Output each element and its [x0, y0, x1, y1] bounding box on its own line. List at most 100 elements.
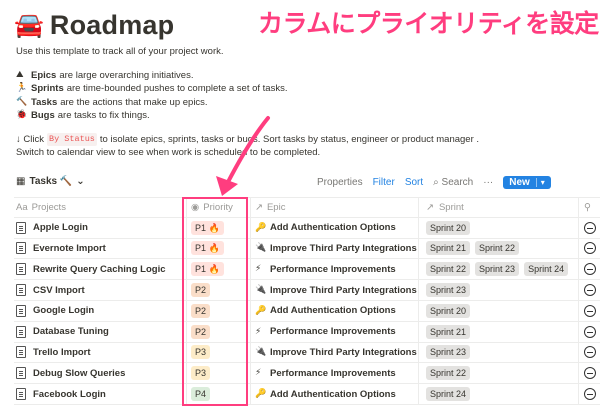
epic-cell[interactable]: 🔑 Add Authentication Options — [250, 217, 418, 238]
project-name[interactable]: Apple Login — [33, 222, 88, 233]
person-cell[interactable] — [578, 280, 600, 300]
priority-cell[interactable]: P1 🔥 — [186, 238, 250, 259]
table-row[interactable]: Debug Slow Queries P3 ⚡ Performance Improve… — [14, 363, 600, 385]
epic-cell[interactable]: 🔑 Add Authentication Options — [250, 300, 418, 321]
epic-cell[interactable]: 🔌 Improve Third Party Integrations — [250, 342, 418, 363]
sprint-tag[interactable]: Sprint 23 — [475, 262, 520, 277]
epic-cell[interactable]: 🔑 Add Authentication Options — [250, 384, 418, 404]
table-row[interactable]: Apple Login P1 🔥 🔑 Add Authentication Optio… — [14, 217, 600, 239]
sprint-tag[interactable]: Sprint 20 — [426, 303, 471, 318]
sprint-tag[interactable]: Sprint 22 — [475, 241, 520, 256]
epic-link[interactable]: Performance Improvements — [270, 264, 396, 275]
person-cell[interactable] — [578, 217, 600, 238]
epic-link[interactable]: Improve Third Party Integrations — [270, 285, 417, 296]
column-person[interactable]: ⚲ — [578, 198, 600, 217]
epic-cell[interactable]: 🔌 Improve Third Party Integrations — [250, 238, 418, 259]
epic-link[interactable]: Performance Improvements — [270, 326, 396, 337]
more-button[interactable]: ··· — [483, 177, 493, 188]
priority-cell[interactable]: P1 🔥 — [186, 217, 250, 238]
project-cell[interactable]: Apple Login — [16, 218, 180, 238]
priority-cell[interactable]: P2 — [186, 300, 250, 321]
properties-button[interactable]: Properties — [317, 177, 363, 188]
project-cell[interactable]: Evernote Import — [16, 239, 180, 259]
epic-link[interactable]: Add Authentication Options — [270, 389, 396, 400]
search-button[interactable]: ⌕ Search — [433, 177, 473, 188]
sprint-cell[interactable]: Sprint 23 — [418, 342, 578, 363]
column-priority[interactable]: ◉ Priority — [186, 198, 250, 217]
sprint-tag[interactable]: Sprint 20 — [426, 220, 471, 235]
person-cell[interactable] — [578, 384, 600, 404]
project-name[interactable]: Trello Import — [33, 347, 91, 358]
priority-cell[interactable]: P3 — [186, 363, 250, 384]
project-name[interactable]: CSV Import — [33, 285, 85, 296]
epic-link[interactable]: Add Authentication Options — [270, 222, 396, 233]
project-name[interactable]: Google Login — [33, 305, 94, 316]
person-cell[interactable] — [578, 238, 600, 259]
project-name[interactable]: Facebook Login — [33, 389, 106, 400]
sprint-cell[interactable]: Sprint 22 Sprint 23 Sprint 24 — [418, 259, 578, 280]
sprint-cell[interactable]: Sprint 22 — [418, 363, 578, 384]
text-property-icon: Aa — [16, 201, 28, 213]
project-name[interactable]: Database Tuning — [33, 326, 109, 337]
sprint-cell[interactable]: Sprint 20 — [418, 217, 578, 238]
sort-button[interactable]: Sort — [405, 177, 423, 188]
table-row[interactable]: Rewrite Query Caching Logic P1 🔥 ⚡ Performa… — [14, 259, 600, 281]
epic-cell[interactable]: 🔌 Improve Third Party Integrations — [250, 280, 418, 300]
person-cell[interactable] — [578, 300, 600, 321]
person-cell[interactable] — [578, 259, 600, 280]
sprint-cell[interactable]: Sprint 20 — [418, 300, 578, 321]
person-cell[interactable] — [578, 363, 600, 384]
epic-link[interactable]: Improve Third Party Integrations — [270, 243, 417, 254]
project-cell[interactable]: Database Tuning — [16, 322, 180, 342]
project-cell[interactable]: Google Login — [16, 301, 180, 321]
table-row[interactable]: CSV Import P2 🔌 Improve Third Party Integra… — [14, 280, 600, 301]
column-epic[interactable]: ↗ Epic — [250, 198, 418, 217]
project-cell[interactable]: Trello Import — [16, 343, 180, 363]
table-row[interactable]: Google Login P2 🔑 Add Authentication Option… — [14, 300, 600, 322]
sprint-cell[interactable]: Sprint 23 — [418, 280, 578, 300]
epic-cell[interactable]: ⚡ Performance Improvements — [250, 259, 418, 280]
chevron-down-icon[interactable]: ▾ — [535, 178, 545, 187]
epic-link[interactable]: Add Authentication Options — [270, 305, 396, 316]
project-cell[interactable]: Facebook Login — [16, 384, 180, 404]
person-cell[interactable] — [578, 342, 600, 363]
table-row[interactable]: Trello Import P3 🔌 Improve Third Party Inte… — [14, 342, 600, 364]
project-name[interactable]: Debug Slow Queries — [33, 368, 125, 379]
table-row[interactable]: Evernote Import P1 🔥 🔌 Improve Third Party … — [14, 238, 600, 260]
sprint-cell[interactable]: Sprint 21 Sprint 22 — [418, 238, 578, 259]
priority-cell[interactable]: P1 🔥 — [186, 259, 250, 280]
new-button[interactable]: New ▾ — [503, 176, 551, 189]
sprint-tag[interactable]: Sprint 21 — [426, 324, 471, 339]
table-row[interactable]: Database Tuning P2 ⚡ Performance Improvemen… — [14, 321, 600, 343]
project-name[interactable]: Rewrite Query Caching Logic — [33, 264, 166, 275]
epic-cell[interactable]: ⚡ Performance Improvements — [250, 363, 418, 384]
priority-cell[interactable]: P2 — [186, 280, 250, 300]
epic-cell[interactable]: ⚡ Performance Improvements — [250, 321, 418, 342]
sprint-tag[interactable]: Sprint 24 — [524, 262, 569, 277]
filter-button[interactable]: Filter — [373, 177, 395, 188]
table-row[interactable]: Facebook Login P4 🔑 Add Authentication Opti… — [14, 384, 600, 405]
sprint-tag[interactable]: Sprint 22 — [426, 366, 471, 381]
sprint-cell[interactable]: Sprint 24 — [418, 384, 578, 404]
sprint-cell[interactable]: Sprint 21 — [418, 321, 578, 342]
sprint-tag[interactable]: Sprint 21 — [426, 241, 471, 256]
project-cell[interactable]: Debug Slow Queries — [16, 363, 180, 383]
priority-cell[interactable]: P3 — [186, 342, 250, 363]
column-sprint[interactable]: ↗ Sprint — [418, 198, 578, 217]
sprint-tag[interactable]: Sprint 22 — [426, 262, 471, 277]
sprint-tag[interactable]: Sprint 23 — [426, 283, 471, 298]
sprint-tag[interactable]: Sprint 24 — [426, 387, 471, 402]
epic-link[interactable]: Improve Third Party Integrations — [270, 347, 417, 358]
view-selector[interactable]: ▦ Tasks 🔨 ⌄ — [16, 176, 85, 187]
person-cell[interactable] — [578, 321, 600, 342]
avatar — [584, 346, 596, 359]
priority-cell[interactable]: P4 — [186, 384, 250, 404]
page-icon — [16, 221, 26, 234]
priority-cell[interactable]: P2 — [186, 321, 250, 342]
project-cell[interactable]: CSV Import — [16, 280, 180, 300]
column-projects[interactable]: Aa Projects — [16, 198, 180, 217]
project-name[interactable]: Evernote Import — [33, 243, 106, 254]
sprint-tag[interactable]: Sprint 23 — [426, 345, 471, 360]
project-cell[interactable]: Rewrite Query Caching Logic — [16, 259, 180, 279]
epic-link[interactable]: Performance Improvements — [270, 368, 396, 379]
